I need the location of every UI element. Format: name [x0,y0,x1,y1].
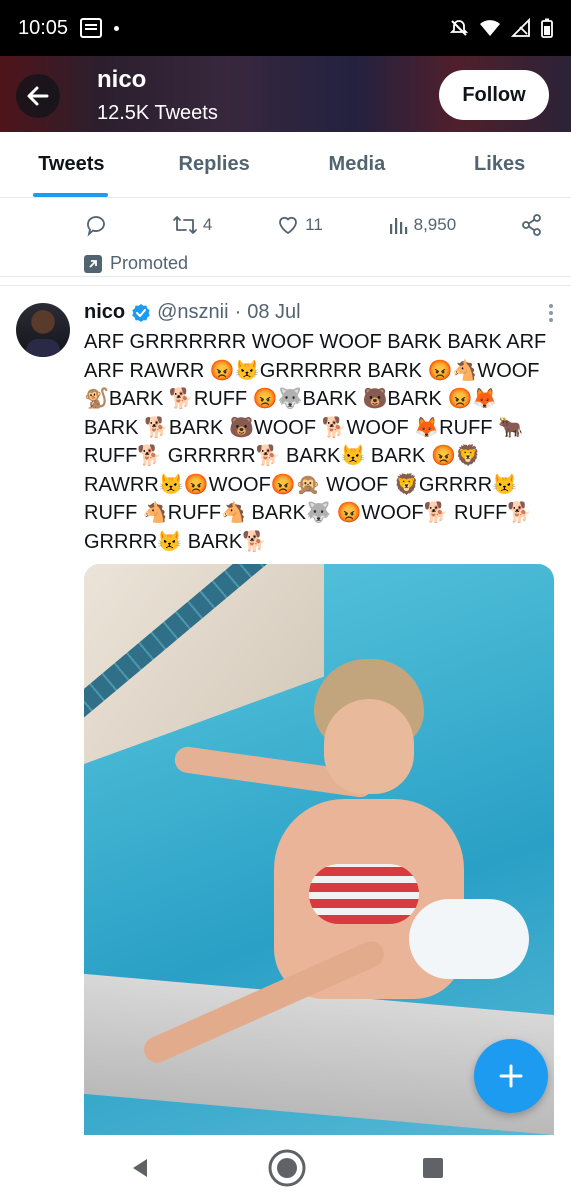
view-count: 8,950 [413,215,457,234]
retweet-count: 4 [202,215,213,234]
nav-back-icon[interactable] [128,1156,152,1180]
notification-dot-icon [114,25,120,31]
arrow-left-icon [27,86,49,106]
tweet-date[interactable]: 08 Jul [247,301,300,324]
share-icon [522,214,541,236]
heart-icon [279,216,298,234]
status-time: 10:05 [18,16,69,39]
share-button[interactable] [520,213,544,237]
system-nav-bar [0,1135,571,1200]
photo-face [324,699,414,794]
status-bar: 10:05 [0,0,571,56]
reply-button[interactable] [84,213,108,237]
tweet-count: 12.5K Tweets [97,102,218,124]
reply-icon [87,216,105,237]
verified-badge-icon [132,303,150,322]
analytics-bars-icon [389,218,407,234]
profile-tabs: Tweets Replies Media Likes [0,132,571,198]
photo-swimsuit-top [309,864,419,924]
retweet-button[interactable]: 4 [172,213,212,237]
like-count: 11 [305,215,323,234]
views-button[interactable]: 8,950 [387,214,457,236]
profile-header: nico 12.5K Tweets Follow [0,56,571,132]
profile-name: nico [97,66,147,93]
tweet-separator: · [234,301,242,323]
avatar[interactable] [16,303,70,357]
promoted-arrow-icon [84,254,102,273]
nav-recents-icon[interactable] [422,1157,444,1179]
promoted-tweet-actions: 4 11 8,950 [84,205,544,245]
nav-home-icon[interactable] [267,1148,307,1188]
photo-swimsuit-bottom [409,899,529,979]
cell-signal-icon [511,18,530,37]
battery-icon [541,18,553,38]
status-icons [449,18,553,38]
retweet-icon [172,216,197,234]
tab-likes[interactable]: Likes [428,132,571,197]
section-divider [0,276,571,286]
message-notification-icon [80,18,103,38]
plus-icon [499,1064,523,1088]
photo-subject [139,659,544,1067]
tweet-text: ARF GRRRRRRR WOOF WOOF BARK BARK ARF ARF… [84,331,547,553]
follow-button[interactable]: Follow [439,70,549,120]
tweet-author-name[interactable]: nico [84,301,125,324]
like-button[interactable]: 11 [276,213,323,237]
tweet-header: nico @nsznii · 08 Jul [84,301,554,324]
tab-replies[interactable]: Replies [143,132,286,197]
compose-tweet-button[interactable] [474,1039,548,1113]
wifi-icon [480,20,500,36]
back-button[interactable] [16,74,60,118]
tweet-author-handle[interactable]: @nsznii [157,301,228,324]
promoted-label-row: Promoted [84,253,188,274]
tab-tweets[interactable]: Tweets [0,132,143,197]
tab-media[interactable]: Media [286,132,429,197]
promoted-label: Promoted [110,253,189,273]
mute-bell-icon [449,20,469,36]
more-options-icon[interactable] [548,303,554,323]
